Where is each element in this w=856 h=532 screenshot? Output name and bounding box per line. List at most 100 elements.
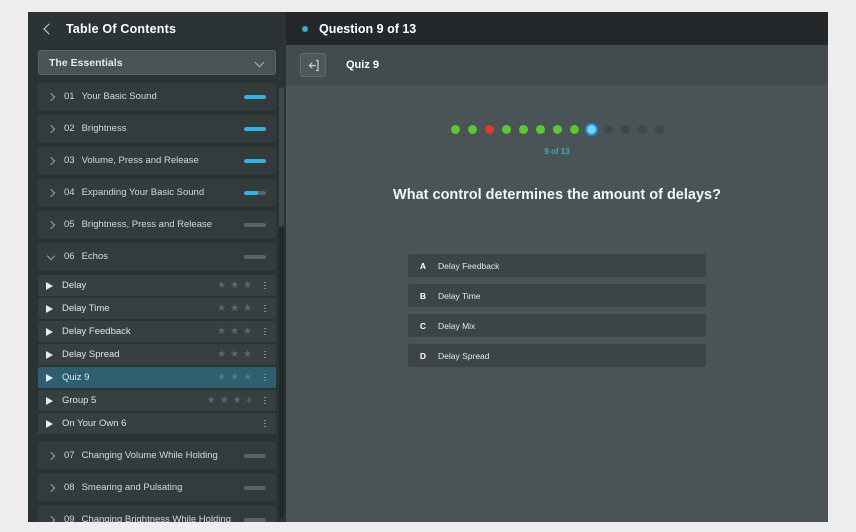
toc-chapter-05[interactable]: 05 Brightness, Press and Release — [38, 211, 276, 238]
lesson-star-rating: ★ ★ ★ — [217, 302, 252, 314]
lesson-star-rating: ★ ★ ★ — [217, 371, 252, 383]
chapter-progress-bar — [244, 453, 266, 458]
answer-key: B — [419, 290, 427, 301]
star-icon: ★ — [230, 279, 240, 291]
play-icon[interactable] — [46, 350, 53, 359]
lesson-title: Delay Spread — [62, 349, 120, 360]
toc-chapter-02[interactable]: 02 Brightness — [38, 115, 276, 142]
toc-chapter-09[interactable]: 09 Changing Brightness While Holding — [38, 506, 276, 522]
chevron-right-icon[interactable] — [46, 188, 56, 198]
quiz-progress-dot-pending — [654, 125, 664, 134]
answer-option-C[interactable]: C Delay Mix — [408, 314, 706, 337]
star-icon: ★ — [217, 325, 227, 337]
chapter-progress-fill — [244, 190, 259, 195]
chevron-down-icon[interactable] — [46, 252, 56, 262]
play-icon[interactable] — [46, 396, 53, 405]
chevron-right-icon[interactable] — [46, 451, 56, 461]
lesson-overflow-menu-icon[interactable] — [260, 350, 270, 359]
quiz-progress-dot-pending — [620, 125, 630, 134]
quiz-progress-dot-correct — [501, 125, 511, 134]
course-select-value: The Essentials — [49, 56, 123, 69]
quiz-progress-dot-correct — [552, 125, 562, 134]
answer-options-list: A Delay Feedback B Delay Time C Delay Mix D Del… — [408, 254, 706, 367]
toc-chapter-01[interactable]: 01 Your Basic Sound — [38, 83, 276, 110]
answer-key: D — [419, 350, 427, 361]
chapter-number: 06 — [64, 251, 75, 262]
chevron-right-icon[interactable] — [46, 515, 56, 523]
chapter-title: Smearing and Pulsating — [81, 482, 183, 493]
toc-chapter-03[interactable]: 03 Volume, Press and Release — [38, 147, 276, 174]
play-icon[interactable] — [46, 281, 53, 290]
course-select-dropdown[interactable]: The Essentials — [38, 50, 276, 75]
play-icon[interactable] — [46, 373, 53, 382]
answer-option-D[interactable]: D Delay Spread — [408, 344, 706, 367]
exit-arrow-icon[interactable] — [300, 53, 326, 77]
play-icon[interactable] — [46, 304, 53, 313]
quiz-progress-dot-wrong — [484, 125, 494, 134]
chevron-right-icon[interactable] — [46, 220, 56, 230]
toc-lesson-item[interactable]: Delay Feedback ★ ★ ★ — [38, 321, 276, 342]
chevron-right-icon[interactable] — [46, 92, 56, 102]
toc-lesson-item[interactable]: Group 5 ★ ★ ★ + — [38, 390, 276, 411]
lesson-overflow-menu-icon[interactable] — [260, 304, 270, 313]
chapter-progress-bar — [244, 254, 266, 259]
chapter-number: 01 — [64, 91, 75, 102]
chevron-left-icon[interactable] — [42, 22, 54, 36]
play-icon[interactable] — [46, 419, 53, 428]
plus-icon: + — [245, 394, 252, 407]
chapter-progress-bar — [244, 94, 266, 99]
main-content: Question 9 of 13 Quiz 9 9 of 13 What con… — [286, 12, 828, 522]
lesson-overflow-menu-icon[interactable] — [260, 281, 270, 290]
quiz-body: 9 of 13 What control determines the amou… — [286, 85, 828, 522]
answer-option-A[interactable]: A Delay Feedback — [408, 254, 706, 277]
answer-key: C — [419, 320, 427, 331]
toc-lesson-item[interactable]: Delay Spread ★ ★ ★ — [38, 344, 276, 365]
toc-lesson-item[interactable]: Delay Time ★ ★ ★ — [38, 298, 276, 319]
chapter-title: Your Basic Sound — [81, 91, 157, 102]
sidebar-scrollbar-track[interactable] — [279, 87, 284, 518]
chapter-number: 04 — [64, 187, 75, 198]
chevron-right-icon[interactable] — [46, 156, 56, 166]
table-of-contents-sidebar: Table Of Contents The Essentials 01 Your … — [28, 12, 286, 522]
chevron-right-icon[interactable] — [46, 483, 56, 493]
answer-text: Delay Spread — [438, 350, 490, 361]
toc-chapter-06[interactable]: 06 Echos — [38, 243, 276, 270]
chapter-number: 07 — [64, 450, 75, 461]
answer-text: Delay Mix — [438, 320, 476, 331]
star-icon: ★ — [230, 302, 240, 314]
toc-lesson-item[interactable]: Quiz 9 ★ ★ ★ — [38, 367, 276, 388]
lesson-overflow-menu-icon[interactable] — [260, 327, 270, 336]
chapter-title: Expanding Your Basic Sound — [81, 187, 205, 198]
chapter-progress-bar — [244, 190, 266, 195]
sidebar-scrollbar-thumb[interactable] — [279, 87, 284, 227]
star-icon: ★ — [243, 302, 252, 314]
toc-lesson-item[interactable]: On Your Own 6 — [38, 413, 276, 434]
toc-lesson-item[interactable]: Delay ★ ★ ★ — [38, 275, 276, 296]
star-icon: ★ — [243, 279, 252, 291]
lesson-title: Group 5 — [62, 395, 97, 406]
chapter-title: Brightness — [81, 123, 127, 134]
lesson-overflow-menu-icon[interactable] — [260, 396, 270, 405]
chapter-progress-fill — [244, 158, 266, 163]
star-icon: ★ — [243, 348, 252, 360]
chapter-number: 03 — [64, 155, 75, 166]
toc-chapter-08[interactable]: 08 Smearing and Pulsating — [38, 474, 276, 501]
toc-chapter-07[interactable]: 07 Changing Volume While Holding — [38, 442, 276, 469]
chapter-number: 09 — [64, 514, 75, 522]
lesson-overflow-menu-icon[interactable] — [260, 373, 270, 382]
quiz-progress-dot-correct — [518, 125, 528, 134]
chevron-right-icon[interactable] — [46, 124, 56, 134]
star-icon: ★ — [243, 371, 252, 383]
chapter-number: 08 — [64, 482, 75, 493]
chapter-title: Changing Brightness While Holding — [81, 514, 232, 522]
play-icon[interactable] — [46, 327, 53, 336]
answer-text: Delay Time — [438, 290, 481, 301]
chapter-number: 02 — [64, 123, 75, 134]
toc-chapter-04[interactable]: 04 Expanding Your Basic Sound — [38, 179, 276, 206]
quiz-title: Quiz 9 — [346, 59, 380, 71]
chapter-title: Echos — [81, 251, 108, 262]
star-icon: ★ — [217, 371, 227, 383]
chapter-progress-bar — [244, 222, 266, 227]
lesson-overflow-menu-icon[interactable] — [260, 419, 270, 428]
answer-option-B[interactable]: B Delay Time — [408, 284, 706, 307]
